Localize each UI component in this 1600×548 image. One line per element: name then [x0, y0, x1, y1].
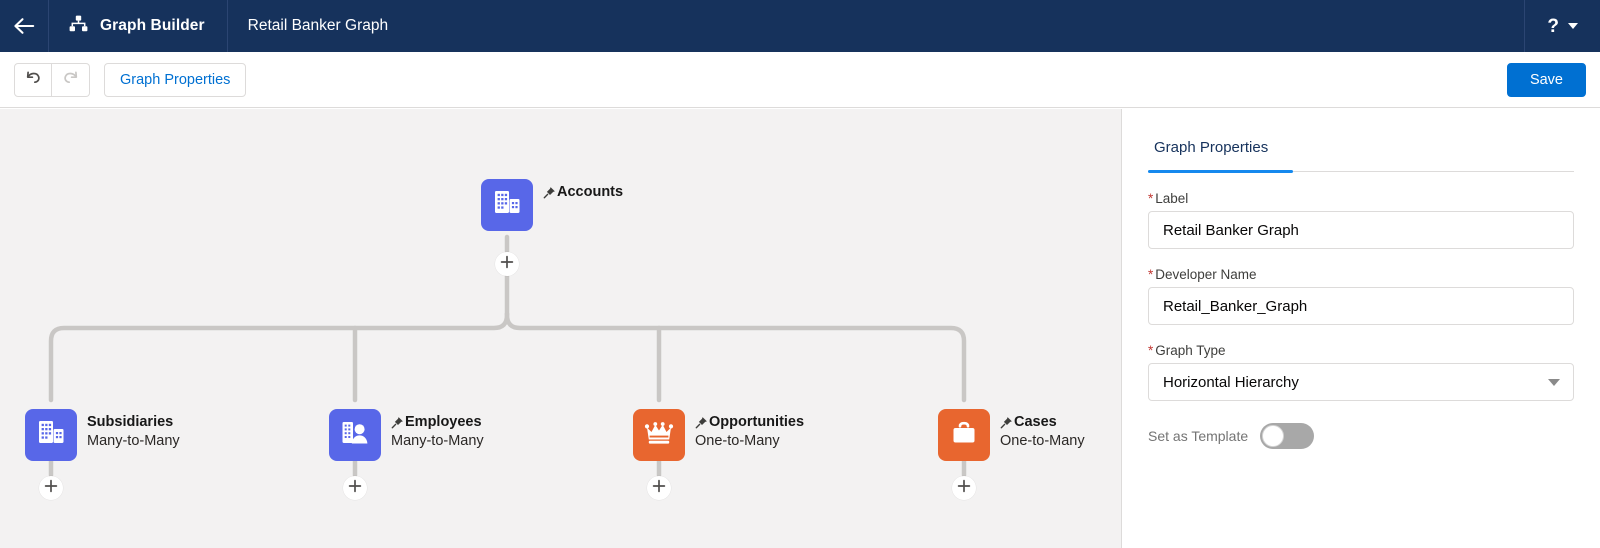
graph-node-employees[interactable]: Employees Many-to-Many: [329, 409, 484, 461]
pin-icon: [695, 416, 708, 429]
node-relationship-label: Many-to-Many: [391, 433, 484, 449]
node-text-block: Employees Many-to-Many: [391, 409, 484, 451]
label-text: Developer Name: [1155, 267, 1257, 282]
node-text-block: Cases One-to-Many: [1000, 409, 1085, 451]
node-relationship-label: One-to-Many: [695, 433, 780, 449]
required-marker: *: [1148, 191, 1154, 206]
pin-icon: [543, 186, 556, 199]
save-button[interactable]: Save: [1506, 62, 1586, 97]
set-as-template-toggle[interactable]: [1260, 423, 1315, 449]
node-icon-tile: [481, 179, 533, 231]
node-icon-tile: [938, 409, 990, 461]
node-text-block: Opportunities One-to-Many: [695, 409, 804, 451]
add-child-button-root[interactable]: [495, 252, 519, 276]
undo-button[interactable]: [14, 62, 52, 97]
node-relationship-label: Many-to-Many: [87, 433, 180, 449]
action-toolbar: Graph Properties Save: [0, 52, 1600, 108]
node-text-block: Subsidiaries Many-to-Many: [87, 409, 180, 451]
plus-icon: [957, 479, 971, 498]
node-title-row: Accounts: [543, 183, 623, 201]
developer-name-input[interactable]: Retail_Banker_Graph: [1148, 287, 1574, 325]
hierarchy-icon: [69, 15, 88, 37]
add-child-button-subsidiaries[interactable]: [39, 476, 63, 500]
node-title-label: Opportunities: [709, 414, 805, 430]
redo-icon: [62, 69, 79, 90]
node-title-row: Cases: [1000, 413, 1085, 431]
required-marker: *: [1148, 343, 1154, 358]
node-title-label: Subsidiaries: [87, 414, 174, 430]
field-graph-type: * Graph Type Horizontal Hierarchy: [1148, 343, 1574, 401]
pin-icon: [391, 416, 404, 429]
chevron-down-icon: [1568, 23, 1578, 29]
help-menu-button[interactable]: ?: [1524, 0, 1600, 52]
add-child-button-cases[interactable]: [952, 476, 976, 500]
graph-type-select[interactable]: Horizontal Hierarchy: [1148, 363, 1574, 401]
field-developer-name: * Developer Name Retail_Banker_Graph: [1148, 267, 1574, 325]
properties-panel: Graph Properties * Label Retail Banker Gr…: [1122, 109, 1600, 548]
graph-node-opportunities[interactable]: Opportunities One-to-Many: [633, 409, 804, 461]
node-icon-tile: [25, 409, 77, 461]
node-icon-tile: [633, 409, 685, 461]
field-label-text: * Graph Type: [1148, 343, 1574, 358]
building-icon: [36, 419, 66, 452]
tab-graph-properties[interactable]: Graph Properties: [1148, 139, 1274, 166]
toggle-knob: [1262, 425, 1285, 447]
field-label-text: * Label: [1148, 191, 1574, 206]
plus-icon: [44, 479, 58, 498]
app-name-label: Graph Builder: [100, 17, 205, 34]
pin-icon: [1000, 416, 1013, 429]
node-title-row: Opportunities: [695, 413, 804, 431]
plus-icon: [500, 255, 514, 274]
crown-icon: [644, 420, 674, 451]
plus-icon: [348, 479, 362, 498]
graph-node-root[interactable]: Accounts: [481, 179, 623, 231]
building-icon: [492, 189, 522, 222]
node-title-label: Cases: [1014, 414, 1057, 430]
redo-button[interactable]: [52, 62, 90, 97]
node-title-label: Accounts: [557, 184, 624, 200]
field-label: * Label Retail Banker Graph: [1148, 191, 1574, 249]
label-text: Graph Type: [1155, 343, 1226, 358]
record-name-item[interactable]: Retail Banker Graph: [228, 0, 408, 52]
graph-type-value: Horizontal Hierarchy: [1163, 373, 1299, 391]
building-person-icon: [340, 419, 370, 452]
graph-builder-app: Graph Builder Retail Banker Graph ? Grap…: [0, 0, 1600, 548]
node-title-row: Subsidiaries: [87, 413, 180, 431]
set-as-template-label: Set as Template: [1148, 428, 1249, 444]
field-label-text: * Developer Name: [1148, 267, 1574, 282]
label-text: Label: [1155, 191, 1189, 206]
briefcase-icon: [949, 420, 979, 451]
record-name-label: Retail Banker Graph: [247, 17, 389, 34]
graph-properties-button[interactable]: Graph Properties: [104, 62, 247, 97]
add-child-button-opportunities[interactable]: [647, 476, 671, 500]
graph-node-subsidiaries[interactable]: Subsidiaries Many-to-Many: [25, 409, 180, 461]
undo-icon: [25, 69, 42, 90]
panel-tablist: Graph Properties: [1148, 139, 1574, 173]
top-navigation-bar: Graph Builder Retail Banker Graph ?: [0, 0, 1600, 52]
node-relationship-label: One-to-Many: [1000, 433, 1085, 449]
node-icon-tile: [329, 409, 381, 461]
set-as-template-row: Set as Template: [1148, 423, 1574, 449]
add-child-button-employees[interactable]: [343, 476, 367, 500]
back-button[interactable]: [0, 0, 49, 52]
tab-active-underline: [1148, 170, 1293, 173]
label-input[interactable]: Retail Banker Graph: [1148, 211, 1574, 249]
graph-canvas[interactable]: Accounts Subsidiaries Many-to-Many Emplo…: [0, 109, 1122, 548]
node-text-block: Accounts: [543, 179, 623, 201]
app-name-item[interactable]: Graph Builder: [49, 0, 228, 52]
plus-icon: [652, 479, 666, 498]
node-title-label: Employees: [405, 414, 482, 430]
question-mark-icon: ?: [1547, 15, 1559, 37]
required-marker: *: [1148, 267, 1154, 282]
graph-node-cases[interactable]: Cases One-to-Many: [938, 409, 1085, 461]
chevron-down-icon: [1548, 379, 1560, 386]
arrow-left-icon: [13, 17, 35, 35]
node-title-row: Employees: [391, 413, 484, 431]
